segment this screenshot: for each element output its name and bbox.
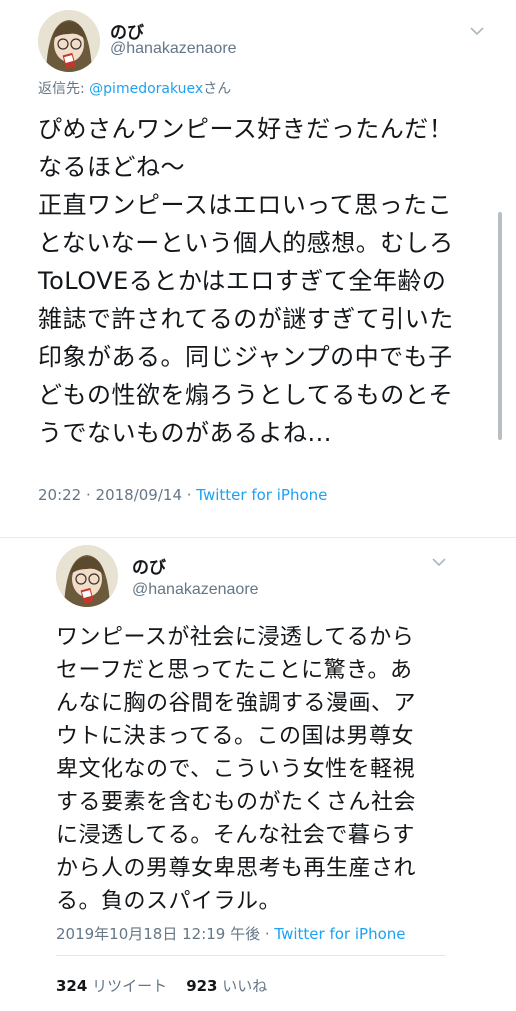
retweet-count: 324 bbox=[56, 977, 88, 995]
user-handle[interactable]: @hanakazenaore bbox=[110, 40, 237, 58]
likes-stat[interactable]: 923 いいね bbox=[186, 977, 267, 995]
avatar-illustration bbox=[38, 10, 100, 72]
tweet-meta: 2019年10月18日 12:19 午後 · Twitter for iPhon… bbox=[56, 923, 406, 944]
tweet-text-line: る。負のスパイラル。 bbox=[56, 889, 282, 914]
chevron-down-icon[interactable] bbox=[470, 26, 484, 36]
tweet-text: ぴめさんワンピース好きだったんだ！ なるほどね〜 正直ワンピースはエロいって思っ… bbox=[38, 110, 478, 452]
retweet-label: リツイート bbox=[92, 977, 168, 995]
tweet-text-line: んなに胸の谷間を強調する漫画、ア bbox=[56, 691, 417, 716]
tweet-text-line: から人の男尊女卑思考も再生産され bbox=[56, 856, 417, 881]
tweet-text-line: ウトに決まってる。この国は男尊女 bbox=[56, 724, 415, 749]
scrollbar[interactable] bbox=[498, 212, 502, 440]
timestamp[interactable]: 20:22 · 2018/09/14 · bbox=[38, 486, 196, 504]
chevron-down-icon[interactable] bbox=[432, 557, 446, 567]
tweet-text-line: うでないものがあるよね... bbox=[38, 419, 332, 447]
tweet-text-line: とないなーという個人的感想。むしろ bbox=[38, 229, 454, 257]
avatar[interactable] bbox=[38, 10, 100, 72]
tweet-text-line: なるほどね〜 bbox=[38, 153, 185, 181]
source-link[interactable]: Twitter for iPhone bbox=[274, 925, 405, 943]
tweet-2: のび @hanakazenaore ワンピースが社会に浸透してるから セーフだと… bbox=[0, 543, 516, 1011]
user-handle[interactable]: @hanakazenaore bbox=[132, 581, 259, 599]
reply-to-suffix: さん bbox=[203, 81, 232, 97]
tweet-text-line: ToLOVEるとかはエロすぎて全年齢の bbox=[38, 267, 447, 295]
like-count: 923 bbox=[186, 977, 218, 995]
tweet-text-line: ワンピースが社会に浸透してるから bbox=[56, 625, 415, 650]
tweet-meta: 20:22 · 2018/09/14 · Twitter for iPhone bbox=[38, 486, 327, 504]
tweet-text-line: 雑誌で許されてるのが謎すぎて引いた bbox=[38, 305, 454, 333]
tweet-text-line: どもの性欲を煽ろうとしてるものとそ bbox=[38, 381, 454, 409]
tweet-text-line: に浸透してる。そんな社会で暮らす bbox=[56, 823, 415, 848]
tweet-text-line: セーフだと思ってたことに驚き。あ bbox=[56, 658, 413, 683]
tweet-1: のび @hanakazenaore 返信先: @pimedorakuexさん ぴ… bbox=[0, 0, 516, 537]
retweets-stat[interactable]: 324 リツイート bbox=[56, 977, 167, 995]
reply-to-prefix: 返信先: bbox=[38, 81, 90, 97]
stats-divider bbox=[56, 955, 446, 956]
source-link[interactable]: Twitter for iPhone bbox=[196, 486, 327, 504]
like-label: いいね bbox=[222, 977, 268, 995]
display-name[interactable]: のび bbox=[132, 553, 166, 578]
reply-to-user-link[interactable]: @pimedorakuex bbox=[89, 81, 203, 97]
tweet-text-line: 正直ワンピースはエロいって思ったこ bbox=[38, 191, 453, 219]
tweet-text-line: する要素を含むものがたくさん社会 bbox=[56, 790, 417, 815]
reply-to-line: 返信先: @pimedorakuexさん bbox=[38, 78, 231, 98]
avatar[interactable] bbox=[56, 545, 118, 607]
tweet-text: ワンピースが社会に浸透してるから セーフだと思ってたことに驚き。あ んなに胸の谷… bbox=[56, 621, 456, 918]
tweet-text-line: ぴめさんワンピース好きだったんだ！ bbox=[38, 115, 454, 143]
engagement-stats: 324 リツイート 923 いいね bbox=[56, 975, 267, 996]
tweet-text-line: 印象がある。同じジャンプの中でも子 bbox=[38, 343, 453, 371]
tweet-text-line: 卑文化なので、こういう女性を軽視 bbox=[56, 757, 416, 782]
avatar-illustration bbox=[56, 545, 118, 607]
timestamp[interactable]: 2019年10月18日 12:19 午後 · bbox=[56, 925, 274, 943]
